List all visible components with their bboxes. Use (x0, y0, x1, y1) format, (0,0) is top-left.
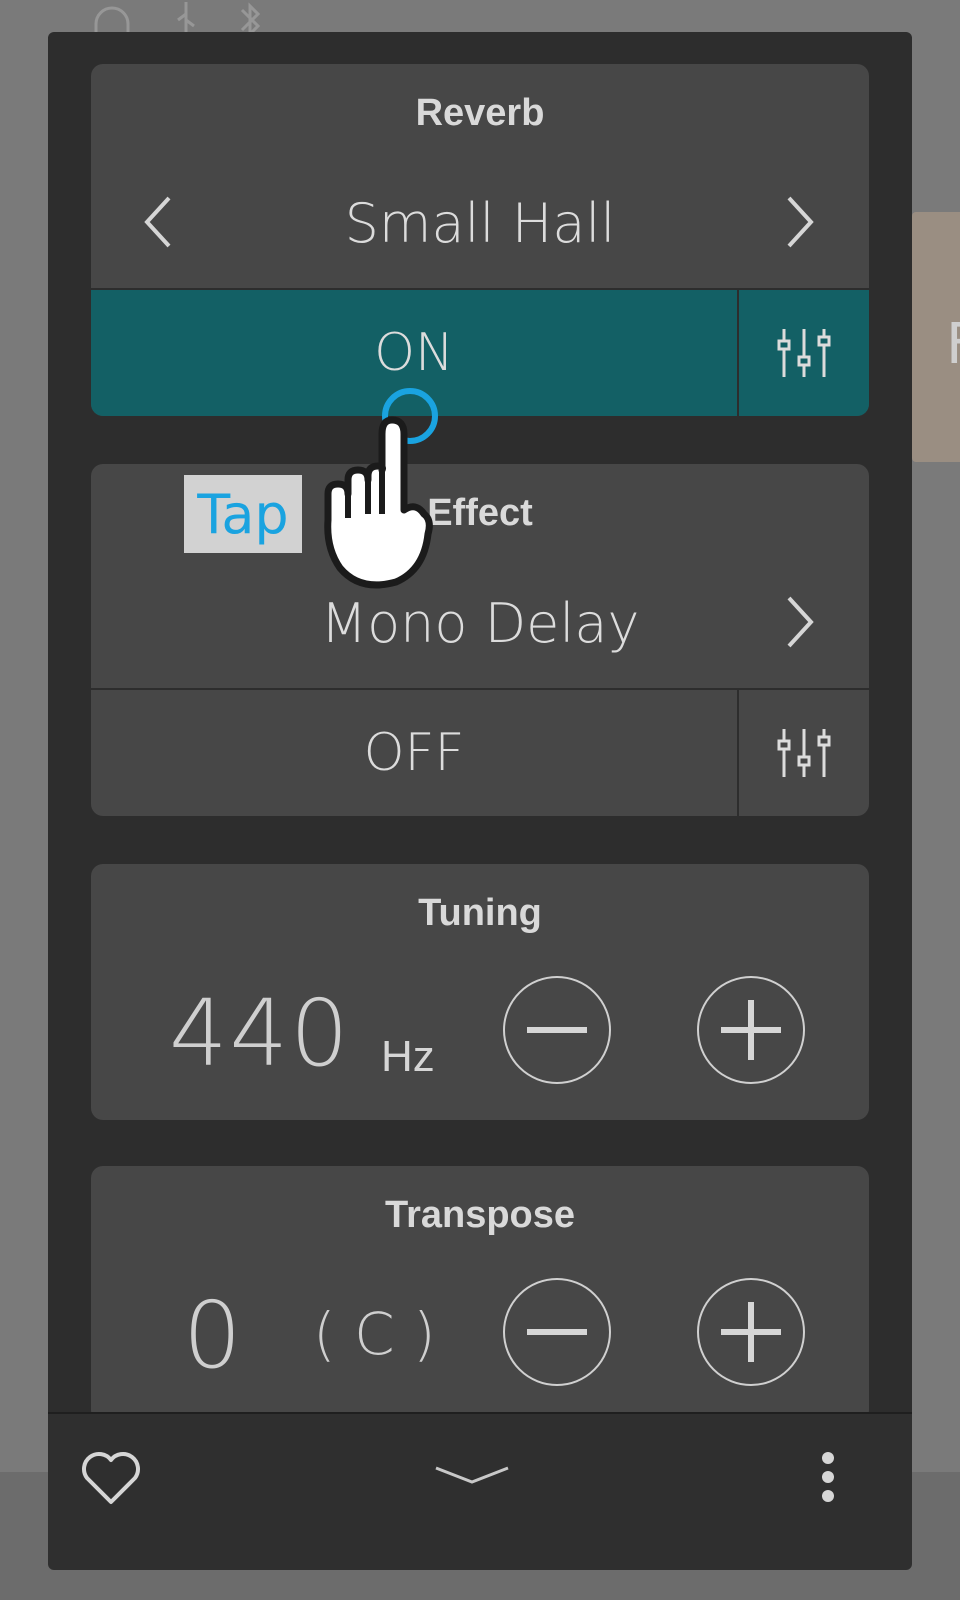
reverb-title: Reverb (415, 92, 545, 134)
sliders-icon (777, 729, 831, 777)
panel-footer (48, 1412, 912, 1570)
reverb-type-value: Small Hall (344, 192, 616, 255)
transpose-card: Transpose 0 ( C ) (91, 1166, 869, 1422)
tuning-value: 440 (169, 980, 351, 1087)
tuning-title: Tuning (418, 892, 542, 934)
plus-icon (721, 1000, 781, 1060)
tuning-unit: Hz (381, 1032, 435, 1081)
effect-type-value: Mono Delay (320, 592, 640, 655)
transpose-key: ( C ) (313, 1300, 436, 1368)
minus-icon (527, 1027, 587, 1033)
minus-icon (527, 1329, 587, 1335)
chevron-down-icon (435, 1466, 509, 1484)
transpose-decrease-button[interactable] (503, 1278, 611, 1386)
effect-next-button[interactable] (777, 592, 821, 652)
settings-panel: Reverb Small Hall ON Effect Mono Delay O… (48, 32, 912, 1570)
effect-toggle-row: OFF (91, 688, 869, 816)
reverb-card: Reverb Small Hall ON (91, 64, 869, 416)
effect-on-off-button[interactable]: OFF (91, 690, 739, 816)
tuning-increase-button[interactable] (697, 976, 805, 1084)
background-card: F (912, 212, 960, 462)
chevron-right-icon (787, 596, 814, 648)
reverb-toggle-row: ON (91, 288, 869, 416)
reverb-next-button[interactable] (777, 192, 821, 252)
collapse-panel-button[interactable] (432, 1460, 512, 1495)
tuning-card: Tuning 440 Hz (91, 864, 869, 1120)
heart-icon (82, 1452, 140, 1504)
chevron-right-icon (787, 196, 814, 248)
transpose-increase-button[interactable] (697, 1278, 805, 1386)
reverb-settings-button[interactable] (739, 290, 869, 416)
transpose-title: Transpose (384, 1194, 576, 1236)
sliders-icon (777, 329, 831, 377)
plus-icon (721, 1302, 781, 1362)
background-card-letter: F (946, 312, 960, 377)
transpose-value: 0 (183, 1282, 244, 1389)
tap-hint-label: Tap (184, 475, 302, 553)
hand-pointer-icon (320, 410, 450, 595)
effect-settings-button[interactable] (739, 690, 869, 816)
more-vertical-icon (822, 1452, 834, 1502)
more-options-button[interactable] (818, 1452, 838, 1507)
tuning-decrease-button[interactable] (503, 976, 611, 1084)
favorite-button[interactable] (80, 1450, 142, 1511)
